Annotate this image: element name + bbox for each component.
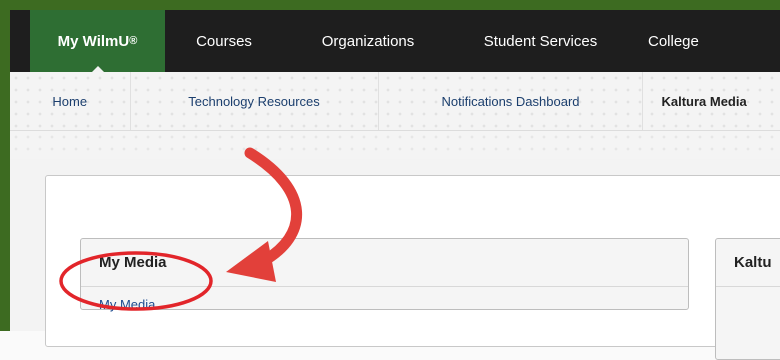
subnav-notifications-dashboard-label: Notifications Dashboard [441,93,580,109]
my-media-widget: My Media My Media [80,238,689,312]
nav-student-services-label: Student Services [483,32,598,50]
nav-courses-label: Courses [196,32,252,50]
kaltura-widget: Kaltu [715,238,780,360]
subnav-home-label: Home [52,93,88,109]
subnav-technology-resources-label: Technology Resources [188,93,320,109]
subnav-kaltura-media-label: Kaltura Media [661,93,747,109]
nav-my-wilmu[interactable]: My WilmU ® [30,10,165,73]
subnav-notifications-dashboard[interactable]: Notifications Dashboard [379,72,644,130]
nav-courses[interactable]: Courses [165,10,283,72]
top-navigation: My WilmU ® Courses Organizations Student … [10,10,780,73]
nav-organizations-label: Organizations [321,32,415,50]
subnav-technology-resources[interactable]: Technology Resources [131,72,379,130]
nav-college[interactable]: College [628,10,780,72]
nav-organizations[interactable]: Organizations [283,10,453,72]
my-media-link[interactable]: My Media [81,287,688,322]
nav-my-wilmu-label: My WilmU [57,32,130,50]
subnav-home[interactable]: Home [10,72,131,130]
nav-edge [10,10,30,72]
pattern-strip [10,131,780,159]
subnav-kaltura-media[interactable]: Kaltura Media [643,72,780,130]
kaltura-widget-title: Kaltu [716,239,780,287]
my-media-widget-title: My Media [81,239,688,287]
sub-navigation: Home Technology Resources Notifications … [10,72,780,131]
nav-student-services[interactable]: Student Services [453,10,628,72]
nav-college-label: College [648,32,699,50]
